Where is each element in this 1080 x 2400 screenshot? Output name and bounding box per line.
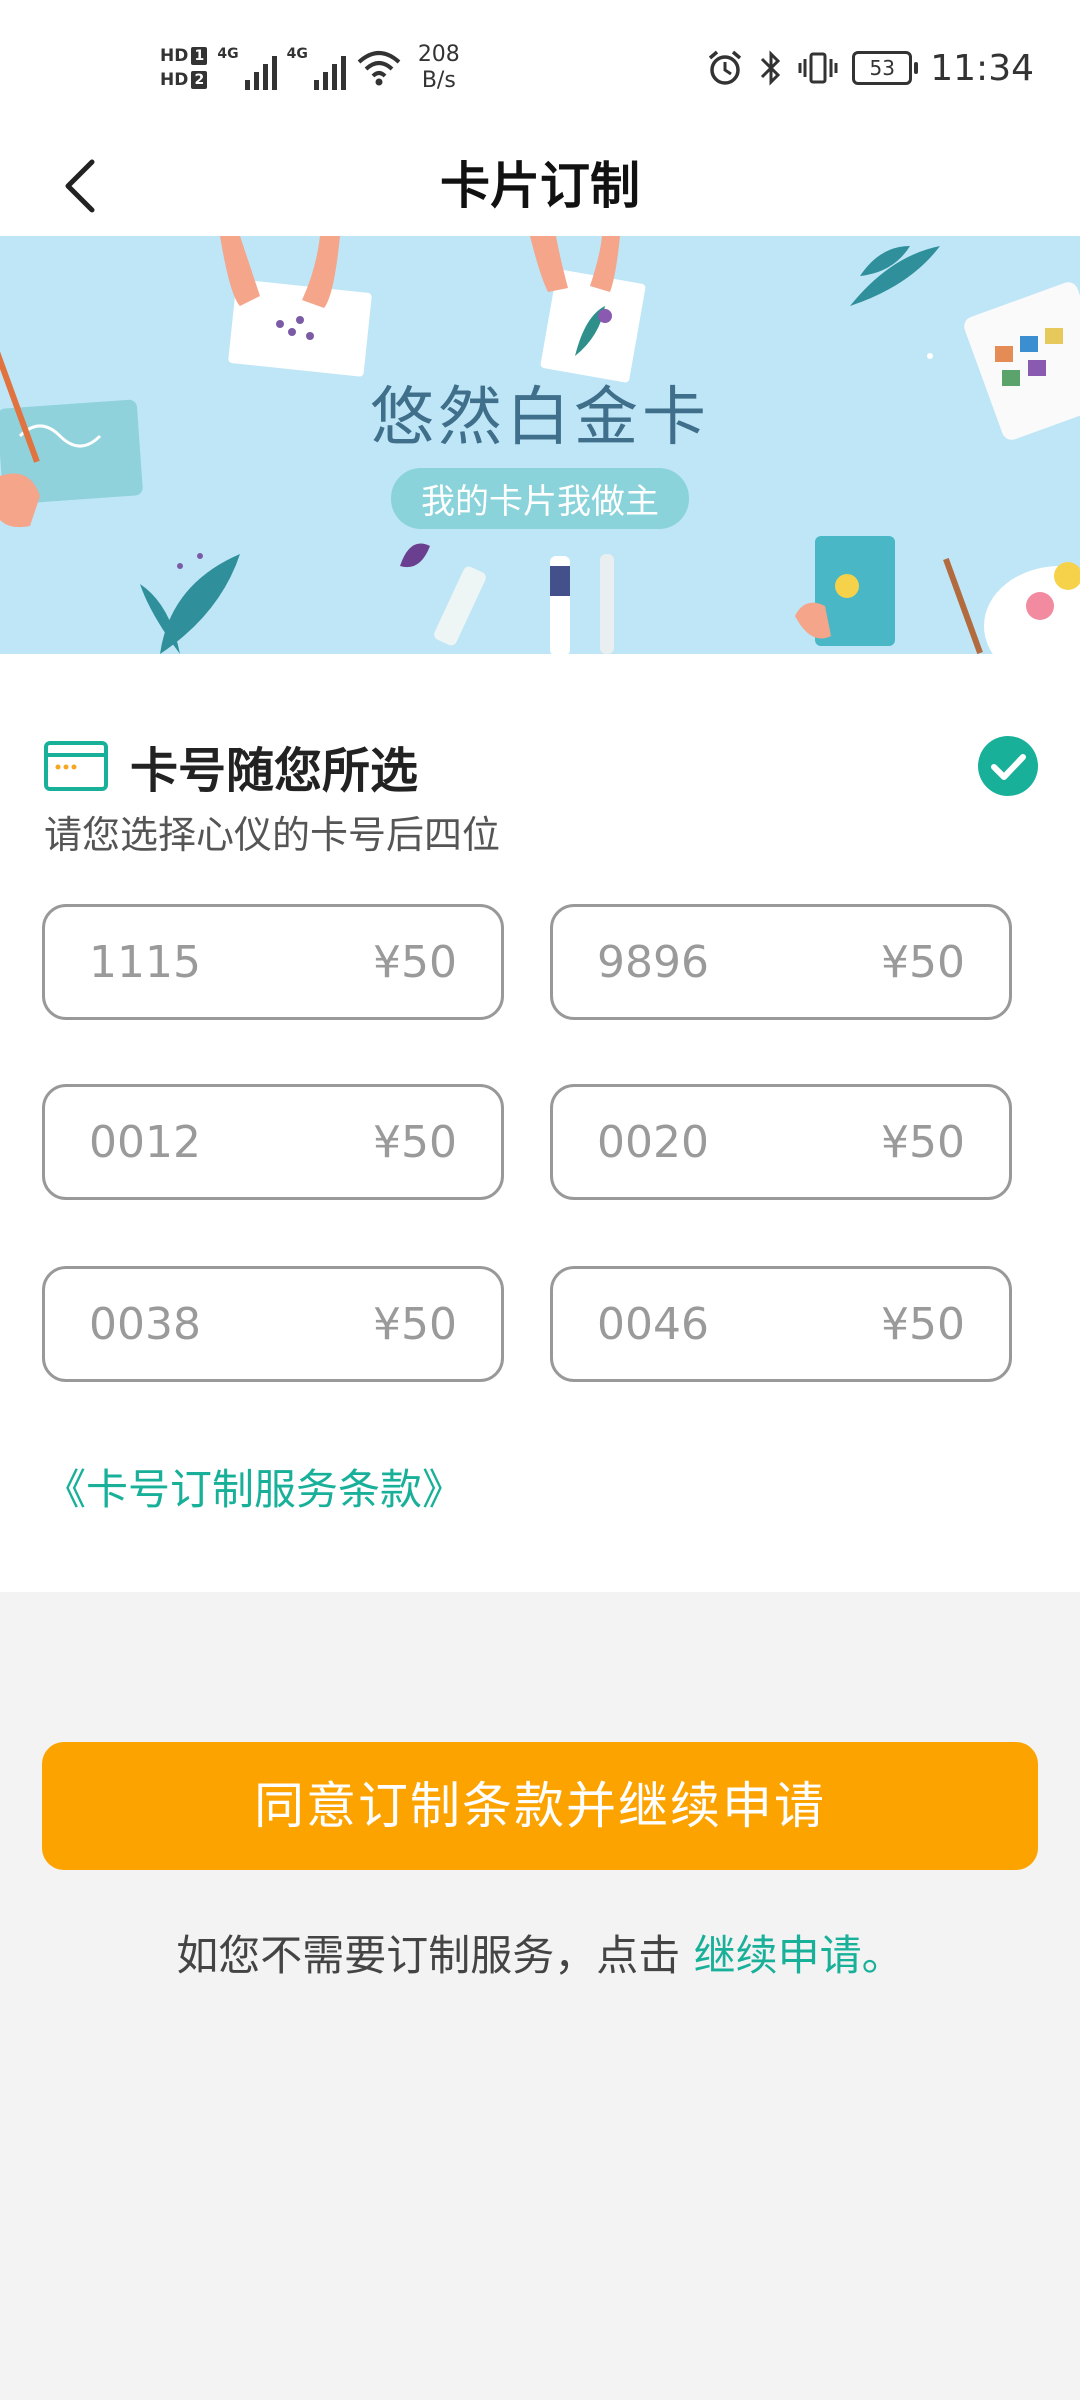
hd-label: HD xyxy=(160,70,189,90)
option-number: 9896 xyxy=(597,936,709,988)
option-number: 1115 xyxy=(89,936,201,988)
card-number-option[interactable]: 0046 ¥50 xyxy=(550,1266,1012,1382)
hd-sim2: HD 2 xyxy=(160,70,208,90)
option-price: ¥50 xyxy=(881,1298,965,1350)
option-price: ¥50 xyxy=(881,1116,965,1168)
network-type: 4G xyxy=(286,46,308,62)
banner-subtitle: 我的卡片我做主 xyxy=(391,468,689,529)
vibrate-icon xyxy=(798,52,838,84)
back-arrow-icon xyxy=(65,159,95,213)
battery-icon: 53 xyxy=(852,51,919,85)
continue-apply-link[interactable]: 继续申请。 xyxy=(694,1931,904,1980)
skip-text: 如您不需要订制服务，点击 xyxy=(176,1931,681,1980)
bluetooth-icon xyxy=(761,50,781,86)
promo-banner: 悠然白金卡 我的卡片我做主 xyxy=(0,236,1080,654)
hd-label: HD xyxy=(160,46,189,66)
net-speed-value: 208 xyxy=(417,42,460,67)
option-price: ¥50 xyxy=(373,1298,457,1350)
section-header: 卡号随您所选 xyxy=(44,736,418,799)
card-number-option[interactable]: 1115 ¥50 xyxy=(42,904,504,1020)
skip-note: 如您不需要订制服务，点击 继续申请。 xyxy=(0,1922,1080,1983)
card-number-option[interactable]: 0012 ¥50 xyxy=(42,1084,504,1200)
signal-icon: 4G xyxy=(287,46,346,90)
option-number: 0012 xyxy=(89,1116,201,1168)
option-price: ¥50 xyxy=(373,936,457,988)
section-title: 卡号随您所选 xyxy=(130,743,419,799)
option-price: ¥50 xyxy=(881,936,965,988)
hd-indicators: HD 1 HD 2 xyxy=(160,46,208,90)
banner-title: 悠然白金卡 xyxy=(370,381,710,455)
page-title: 卡片订制 xyxy=(440,157,640,215)
check-circle-icon xyxy=(978,736,1038,796)
sim-number: 2 xyxy=(191,71,208,89)
status-bar: HD 1 HD 2 4G 4G 208 B/s 53 11:34 xyxy=(0,0,1080,136)
status-left: HD 1 HD 2 4G 4G 208 B/s xyxy=(160,36,460,100)
card-icon xyxy=(44,741,108,791)
title-bar: 卡片订制 xyxy=(0,136,1080,236)
status-right: 53 11:34 xyxy=(706,40,1034,96)
network-type: 4G xyxy=(217,46,239,62)
option-price: ¥50 xyxy=(373,1116,457,1168)
agree-continue-button[interactable]: 同意订制条款并继续申请 xyxy=(42,1742,1038,1870)
net-speed: 208 B/s xyxy=(418,42,460,94)
signal-icon: 4G xyxy=(217,46,277,90)
sim-number: 1 xyxy=(191,47,208,65)
terms-link[interactable]: 《卡号订制服务条款》 xyxy=(44,1456,464,1517)
option-number: 0038 xyxy=(89,1298,201,1350)
clock: 11:34 xyxy=(930,47,1034,89)
card-number-option[interactable]: 0020 ¥50 xyxy=(550,1084,1012,1200)
wifi-icon xyxy=(357,51,401,86)
card-number-section: 卡号随您所选 请您选择心仪的卡号后四位 1115 ¥50 9896 ¥50 00… xyxy=(0,654,1080,1592)
card-number-option[interactable]: 0038 ¥50 xyxy=(42,1266,504,1382)
back-button[interactable] xyxy=(40,146,120,226)
alarm-icon xyxy=(709,50,742,85)
section-subtitle: 请您选择心仪的卡号后四位 xyxy=(44,813,501,857)
net-speed-unit: B/s xyxy=(421,68,456,93)
option-number: 0046 xyxy=(597,1298,709,1350)
card-number-option[interactable]: 9896 ¥50 xyxy=(550,904,1012,1020)
banner-subtitle-wrap: 我的卡片我做主 xyxy=(0,468,1080,529)
hd-sim1: HD 1 xyxy=(160,46,208,66)
option-number: 0020 xyxy=(597,1116,709,1168)
